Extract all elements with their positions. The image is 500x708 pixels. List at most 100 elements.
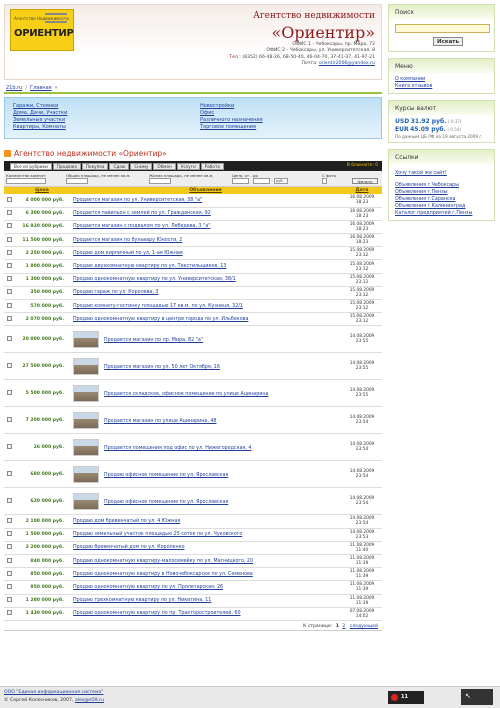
notepad-icon[interactable]: [7, 210, 12, 216]
link-catalog-penza[interactable]: Каталог предприятий г.Пензы: [395, 211, 472, 216]
category-link[interactable]: Гаражи, Стоянки: [13, 103, 58, 109]
link-penza[interactable]: Объявления г.Пензы: [395, 190, 448, 195]
photo-checkbox[interactable]: [322, 178, 327, 184]
pager-page-2[interactable]: 2: [342, 624, 345, 629]
breadcrumb-site[interactable]: 21b.ru: [6, 85, 22, 91]
tab-rent-out[interactable]: Сдаю: [109, 162, 130, 170]
listing-link[interactable]: Продаю дом кирпичный по ул. 1-ая Южная: [73, 251, 183, 256]
listing-photo[interactable]: [73, 411, 99, 429]
category-link[interactable]: Дома, Дачи, Участки: [13, 110, 67, 116]
listing-photo[interactable]: [73, 357, 99, 375]
search-input[interactable]: [395, 24, 490, 33]
listing-link[interactable]: Продаю однокомнатную квартиру по пр. Тра…: [73, 611, 241, 616]
total-area-input[interactable]: [66, 178, 88, 184]
notepad-icon[interactable]: [7, 389, 12, 395]
col-date[interactable]: Дата: [342, 187, 382, 194]
listing-photo[interactable]: [73, 384, 99, 402]
tab-services[interactable]: Услуги: [176, 162, 200, 170]
listing-link[interactable]: Продаю офисное помещение по ул. Ярославс…: [104, 500, 228, 505]
listing-link[interactable]: Продается магазин по бульвару Юности, 2: [73, 238, 182, 243]
notepad-icon[interactable]: [7, 249, 12, 255]
category-link[interactable]: Новостройки: [200, 103, 234, 109]
listing-link[interactable]: Продаю офисное помещение по ул. Ярославс…: [104, 473, 228, 478]
listing-photo[interactable]: [73, 330, 99, 348]
notepad-icon[interactable]: [7, 531, 12, 537]
notepad-icon[interactable]: [7, 236, 12, 242]
notepad-count[interactable]: В блокноте: 0: [347, 163, 378, 168]
notepad-icon[interactable]: [7, 497, 12, 503]
notepad-icon[interactable]: [7, 570, 12, 576]
category-link[interactable]: Земельные участки: [13, 117, 65, 123]
tab-buy[interactable]: Покупка: [81, 162, 109, 170]
listing-link[interactable]: Продаю однокомнатную квартиру по ул. Уни…: [73, 277, 236, 282]
notepad-icon[interactable]: [7, 315, 12, 321]
footer-email[interactable]: alex@e59.ru: [75, 698, 104, 703]
rss-icon[interactable]: [4, 149, 11, 157]
tab-work[interactable]: Работа: [200, 162, 224, 170]
listing-link[interactable]: Продаю двухкомнатную квартиру по ул. Тек…: [73, 264, 226, 269]
listing-link[interactable]: Продаю гараж по ул. Королева, 3: [73, 290, 158, 295]
listing-link[interactable]: Продается магазин по пр. Мира, 82 "а": [104, 338, 203, 343]
category-link[interactable]: Торговое помещение: [200, 124, 256, 130]
tab-all[interactable]: Все из рубрики: [10, 162, 52, 170]
listing-photo[interactable]: [73, 465, 99, 483]
menu-item-reviews[interactable]: Книга отзывов: [395, 84, 432, 89]
link-cheboksary[interactable]: Объявления г.Чебоксары: [395, 183, 459, 188]
breadcrumb-home[interactable]: Главная: [30, 85, 52, 91]
listing-link[interactable]: Продается магазин по улице Ацинарина, 48: [104, 419, 216, 424]
notepad-icon[interactable]: [7, 610, 12, 616]
listing-link[interactable]: Продается магазин по ул. 50 лет Октября,…: [104, 365, 220, 370]
listing-link[interactable]: Продается складское, офисное помещение п…: [104, 392, 268, 397]
notepad-icon[interactable]: [7, 289, 12, 295]
want-site-link[interactable]: Хочу такой же сайт!: [395, 171, 447, 176]
notepad-icon[interactable]: [7, 196, 12, 202]
listing-link[interactable]: Продаю однокомнатную квартиру в центре г…: [73, 317, 248, 322]
footer-company-link[interactable]: ООО "Единая информационная система": [4, 690, 103, 695]
filter-button[interactable]: Фильтр: [352, 178, 378, 184]
listing-link[interactable]: Продается магазин с подвалом по ул. Лебе…: [73, 224, 210, 229]
search-button[interactable]: Искать: [433, 37, 463, 46]
scroll-top-button[interactable]: ↖: [461, 689, 493, 705]
menu-item-about[interactable]: О компании: [395, 77, 425, 82]
notepad-icon[interactable]: [7, 517, 12, 523]
listing-link[interactable]: Продается павильон с землей по ул. Гражд…: [73, 211, 211, 216]
category-link[interactable]: Офис: [200, 110, 214, 116]
listing-link[interactable]: Продается магазин по ул. Университетская…: [73, 198, 202, 203]
notepad-icon[interactable]: [7, 544, 12, 550]
listing-link[interactable]: Продаю однокомнатную квартиру в Новочебо…: [73, 572, 253, 577]
tab-sale[interactable]: Продажа: [52, 162, 81, 170]
notepad-icon[interactable]: [7, 263, 12, 269]
listing-photo[interactable]: [73, 438, 99, 456]
category-link[interactable]: Квартиры, Комнаты: [13, 124, 66, 130]
listing-link[interactable]: Продаю дом бревенчатый по ул. 4 Южная: [73, 519, 180, 524]
notepad-icon[interactable]: [7, 443, 12, 449]
notepad-icon[interactable]: [7, 470, 12, 476]
email-link[interactable]: orientir2006@yandex.ru: [319, 61, 375, 66]
notepad-icon[interactable]: [7, 302, 12, 308]
col-price[interactable]: Цена: [15, 187, 69, 194]
listing-link[interactable]: Продаю однокомнатную квартиру по ул. Про…: [73, 585, 223, 590]
visit-counter[interactable]: 11: [388, 691, 424, 704]
price-from-input[interactable]: [232, 178, 249, 184]
notepad-icon[interactable]: [7, 276, 12, 282]
notepad-icon[interactable]: [7, 416, 12, 422]
listing-link[interactable]: Продаю однокомнатную квартиру-малосемейк…: [73, 559, 253, 564]
notepad-icon[interactable]: [7, 223, 12, 229]
category-link[interactable]: Различного назначения: [200, 117, 263, 123]
rooms-select[interactable]: [6, 178, 46, 184]
notepad-icon[interactable]: [7, 335, 12, 341]
link-kaliningrad[interactable]: Объявления г.Калининград: [395, 204, 465, 209]
living-area-input[interactable]: [149, 178, 171, 184]
price-to-input[interactable]: [253, 178, 270, 184]
currency-select[interactable]: руб.: [274, 178, 288, 184]
logo[interactable]: Агентство Недвижимости ОРИЕНТИР: [10, 9, 74, 51]
tab-exchange[interactable]: Обмен: [153, 162, 176, 170]
listing-link[interactable]: Продаю земельный участок площадью 25 сот…: [73, 532, 242, 537]
listing-link[interactable]: Продаю комнату-гостинку площадью 17 кв.м…: [73, 304, 243, 309]
pager-next[interactable]: следующей: [350, 624, 378, 629]
link-saransk[interactable]: Объявления г.Саранска: [395, 197, 455, 202]
notepad-icon[interactable]: [7, 362, 12, 368]
listing-photo[interactable]: [73, 492, 99, 510]
listing-link[interactable]: Продаю трехкомнатную квартиру по ул. Ник…: [73, 598, 211, 603]
notepad-icon[interactable]: [7, 557, 12, 563]
